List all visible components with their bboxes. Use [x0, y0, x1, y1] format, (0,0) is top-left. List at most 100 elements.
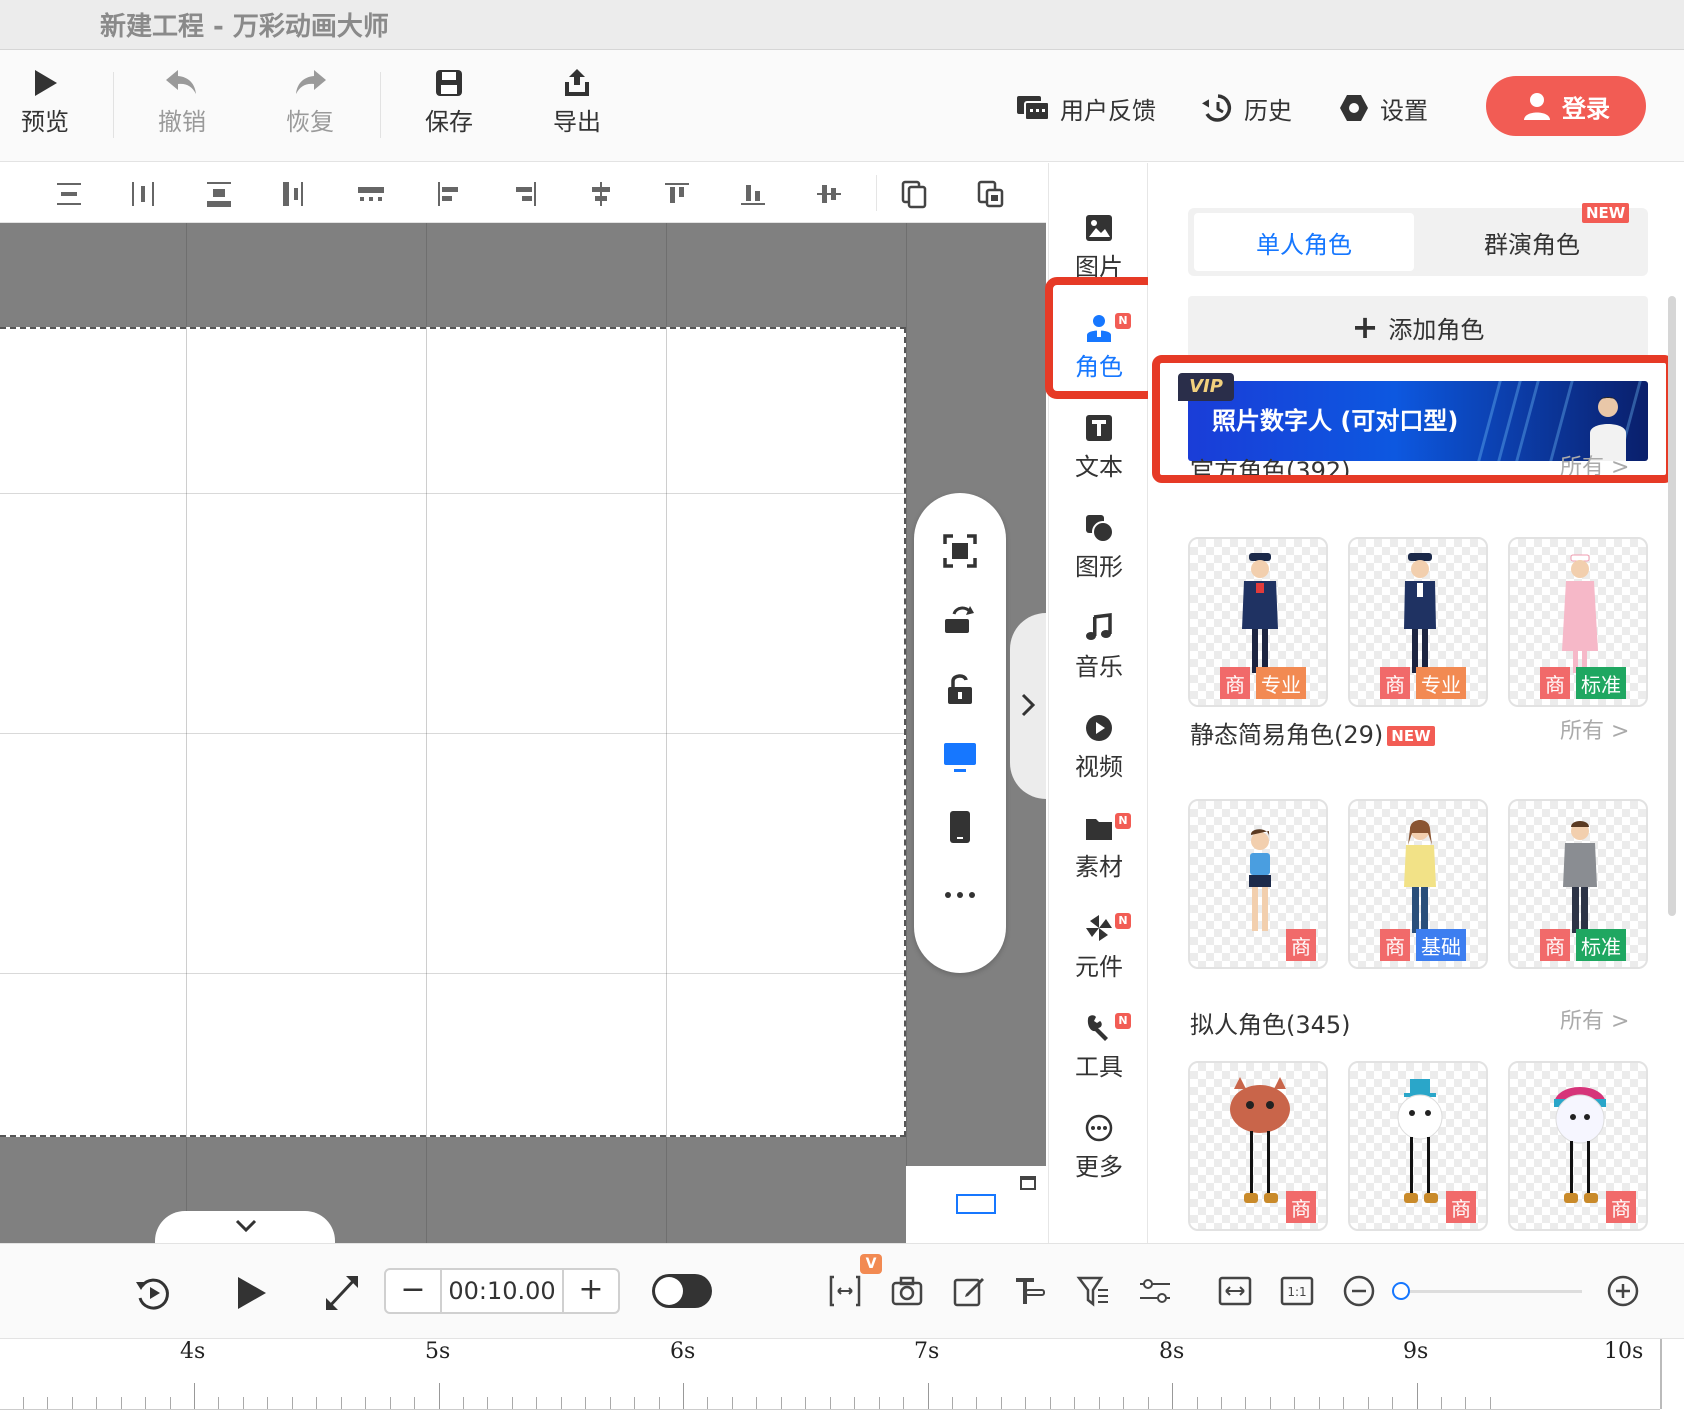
- align-bottom-icon[interactable]: [738, 179, 768, 209]
- desktop-icon[interactable]: [942, 739, 978, 775]
- zoom-slider-track[interactable]: [1396, 1290, 1582, 1293]
- timeline-collapse-toggle[interactable]: [155, 1211, 335, 1243]
- character-card-policewoman[interactable]: 商 专业: [1188, 537, 1328, 707]
- character-card-brown-monster[interactable]: 商: [1188, 1061, 1328, 1231]
- nav-item-music[interactable]: 音乐: [1049, 603, 1149, 693]
- timeline-toggle[interactable]: [652, 1274, 712, 1308]
- camera-icon[interactable]: [890, 1274, 924, 1308]
- ruler-tick: [1416, 1383, 1418, 1409]
- tab-single-character[interactable]: 单人角色: [1194, 213, 1414, 271]
- minimap-minimize-icon[interactable]: [1020, 1176, 1036, 1190]
- edit-icon[interactable]: [952, 1274, 986, 1308]
- distribute-horizontal-icon[interactable]: [128, 179, 158, 209]
- rotate-icon[interactable]: [942, 601, 978, 637]
- panel-collapse-toggle[interactable]: [1010, 613, 1046, 799]
- align-top-icon[interactable]: [662, 179, 692, 209]
- equal-spacing-horizontal-icon[interactable]: [280, 179, 310, 209]
- ruler-tick: [1392, 1397, 1393, 1409]
- ruler-tick: [780, 1397, 782, 1409]
- nurse-figure: [1562, 554, 1598, 673]
- view-all-static-link[interactable]: 所有 >: [1560, 713, 1629, 745]
- zoom-out-icon[interactable]: [1342, 1274, 1376, 1308]
- paste-icon[interactable]: [976, 179, 1006, 209]
- equal-spacing-vertical-icon[interactable]: [204, 179, 234, 209]
- tag-professional: 专业: [1416, 667, 1466, 699]
- character-card-snowman-top-hat[interactable]: 商: [1348, 1061, 1488, 1231]
- actual-size-icon[interactable]: 1:1: [1280, 1274, 1314, 1308]
- sporty-woman-figure: [1249, 829, 1271, 931]
- nav-item-text[interactable]: 文本: [1049, 403, 1149, 493]
- nav-item-component[interactable]: 元件 N: [1049, 903, 1149, 993]
- ruler-tick: [414, 1397, 416, 1409]
- ruler-tick: [1220, 1397, 1222, 1409]
- character-card-nurse[interactable]: 商 标准: [1508, 537, 1648, 707]
- copy-icon[interactable]: [900, 179, 930, 209]
- nav-label: 文本: [1075, 453, 1123, 481]
- character-type-tabs: 单人角色 群演角色: [1188, 208, 1648, 276]
- settings-button[interactable]: 设置: [1338, 88, 1428, 128]
- align-right-icon[interactable]: [510, 179, 540, 209]
- export-button[interactable]: 导出: [532, 68, 622, 148]
- ruler-tick: [1074, 1397, 1076, 1409]
- adjust-icon[interactable]: [1138, 1274, 1172, 1308]
- same-size-icon[interactable]: [356, 179, 386, 209]
- duration-value[interactable]: 00:10.00: [444, 1270, 560, 1312]
- add-character-button[interactable]: + 添加角色: [1188, 296, 1648, 358]
- capture-region-icon[interactable]: [828, 1274, 862, 1308]
- ruler-tick: [71, 1397, 73, 1409]
- nav-item-material[interactable]: 素材 N: [1049, 803, 1149, 893]
- canvas-area[interactable]: [0, 223, 1046, 1243]
- unlock-icon[interactable]: [942, 671, 978, 707]
- more-dots-icon[interactable]: [942, 877, 978, 913]
- align-left-icon[interactable]: [434, 179, 464, 209]
- nav-item-video[interactable]: 视频: [1049, 703, 1149, 793]
- ruler-tick: [1343, 1397, 1345, 1409]
- nav-item-more[interactable]: 更多: [1049, 1103, 1149, 1193]
- align-center-vertical-icon[interactable]: [814, 179, 844, 209]
- ruler-tick: [511, 1397, 513, 1409]
- ruler-tick: [487, 1397, 489, 1409]
- replay-icon[interactable]: [134, 1274, 172, 1312]
- undo-button[interactable]: 撤销: [137, 68, 227, 148]
- feedback-button[interactable]: 用户反馈: [1016, 88, 1156, 128]
- panel-scrollbar[interactable]: [1668, 296, 1676, 916]
- mobile-icon[interactable]: [942, 809, 978, 845]
- history-button[interactable]: 历史: [1202, 88, 1292, 128]
- play-icon[interactable]: [234, 1274, 270, 1312]
- stage-canvas[interactable]: [0, 327, 906, 1137]
- login-button[interactable]: 登录: [1486, 76, 1646, 136]
- zoom-in-icon[interactable]: [1606, 1274, 1640, 1308]
- duration-increase-button[interactable]: +: [562, 1270, 618, 1312]
- toggle-knob: [655, 1277, 683, 1305]
- ruler-tick: [1318, 1397, 1320, 1409]
- nav-item-shape[interactable]: 图形: [1049, 503, 1149, 593]
- timeline-ruler[interactable]: 4s 5s 6s 7s 8s 9s 10s: [0, 1339, 1684, 1422]
- view-all-anthropomorphic-link[interactable]: 所有 >: [1560, 1003, 1629, 1035]
- duration-decrease-button[interactable]: −: [386, 1270, 442, 1312]
- distribute-vertical-icon[interactable]: [54, 179, 84, 209]
- tag-commercial: 商: [1286, 1191, 1316, 1223]
- fullscreen-icon[interactable]: [324, 1274, 360, 1312]
- minimap[interactable]: [906, 1166, 1046, 1243]
- filter-icon[interactable]: [1076, 1274, 1110, 1308]
- zoom-slider-handle[interactable]: [1392, 1282, 1410, 1300]
- vip-v-badge: V: [860, 1254, 882, 1274]
- character-card-snowman-beanie[interactable]: 商: [1508, 1061, 1648, 1231]
- character-card-woman-yellow-jacket[interactable]: 商 基础: [1348, 799, 1488, 969]
- nav-item-tools[interactable]: 工具 N: [1049, 1003, 1149, 1093]
- subtitle-icon[interactable]: [1012, 1274, 1046, 1308]
- minimap-viewport[interactable]: [956, 1194, 996, 1214]
- feedback-icon: [1017, 96, 1050, 121]
- character-card-man-grey-sweater[interactable]: 商 标准: [1508, 799, 1648, 969]
- undo-label: 撤销: [158, 108, 206, 136]
- ruler-tick: [805, 1397, 807, 1409]
- new-badge: N: [1115, 913, 1131, 929]
- fit-width-icon[interactable]: [1218, 1274, 1252, 1308]
- save-button[interactable]: 保存: [404, 68, 494, 148]
- character-card-sporty-woman[interactable]: 商: [1188, 799, 1328, 969]
- preview-button[interactable]: 预览: [0, 68, 90, 148]
- fit-screen-icon[interactable]: [942, 533, 978, 569]
- align-center-horizontal-icon[interactable]: [586, 179, 616, 209]
- character-card-pilot[interactable]: 商 专业: [1348, 537, 1488, 707]
- redo-button[interactable]: 恢复: [265, 68, 355, 148]
